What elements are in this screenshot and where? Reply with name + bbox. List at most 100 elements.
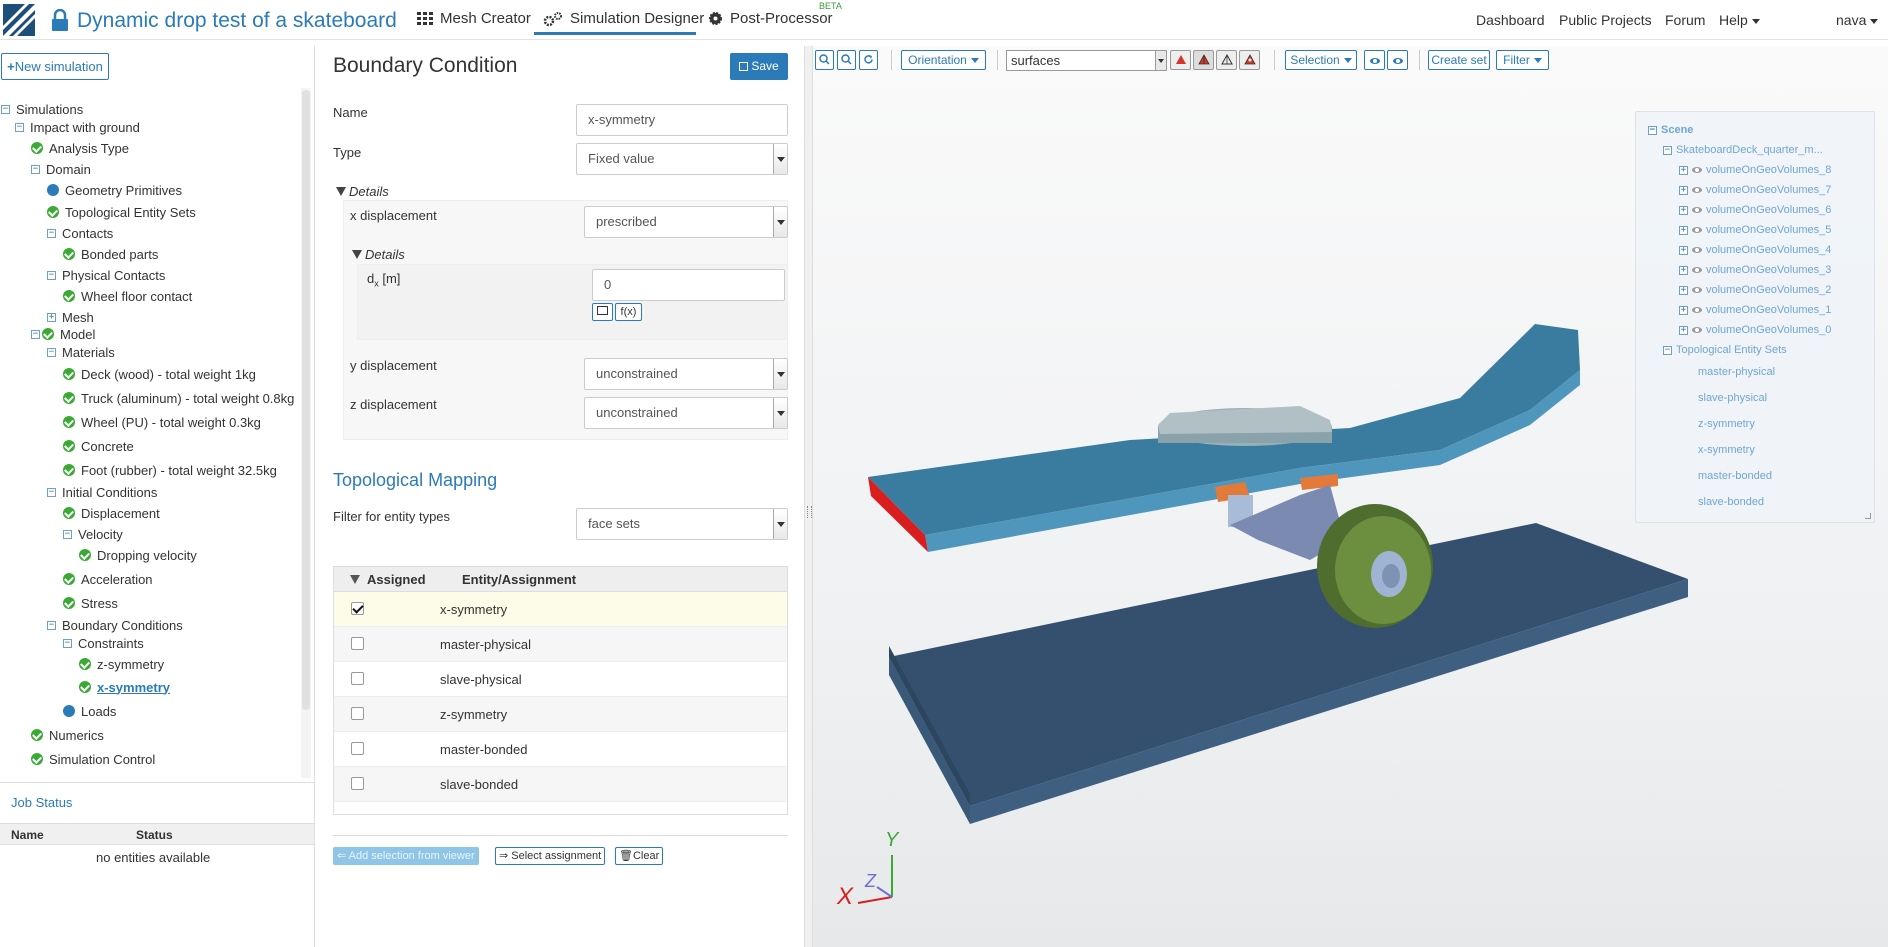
- tree-node-mesh[interactable]: + Mesh: [47, 308, 94, 326]
- table-row[interactable]: x-symmetry: [334, 592, 787, 627]
- scene-topo-set[interactable]: slave-bonded: [1698, 496, 1764, 508]
- z-displacement-select[interactable]: unconstrained: [584, 397, 788, 429]
- type-select[interactable]: Fixed value: [576, 143, 788, 175]
- tree-node-loads[interactable]: Loads: [63, 702, 116, 720]
- table-row[interactable]: slave-physical: [334, 662, 787, 697]
- scene-topo-sets[interactable]: − Topological Entity Sets: [1663, 344, 1787, 356]
- assigned-checkbox[interactable]: [351, 742, 364, 755]
- new-simulation-button[interactable]: +New simulation: [1, 53, 109, 80]
- scene-topo-set[interactable]: z-symmetry: [1698, 418, 1755, 430]
- tree-node-dropping-velocity[interactable]: Dropping velocity: [79, 546, 197, 564]
- scene-volume[interactable]: + volumeOnGeoVolumes_7: [1679, 184, 1831, 196]
- scene-volume[interactable]: + volumeOnGeoVolumes_0: [1679, 324, 1831, 336]
- tree-node-material-foot[interactable]: Foot (rubber) - total weight 32.5kg: [63, 461, 277, 479]
- wireframe-button[interactable]: [1216, 50, 1237, 70]
- eye-icon[interactable]: [1692, 267, 1702, 273]
- nav-help[interactable]: Help: [1719, 12, 1760, 28]
- select-assignment-button[interactable]: ⇒ Select assignment: [495, 847, 606, 865]
- scene-volume[interactable]: + volumeOnGeoVolumes_4: [1679, 244, 1831, 256]
- tree-node-model[interactable]: − Model: [31, 325, 95, 343]
- expand-icon[interactable]: +: [1679, 205, 1688, 215]
- scene-volume[interactable]: + volumeOnGeoVolumes_6: [1679, 204, 1831, 216]
- collapse-icon[interactable]: −: [1663, 145, 1672, 155]
- collapse-icon[interactable]: −: [47, 270, 56, 280]
- zoom-out-button[interactable]: [837, 50, 856, 70]
- scene-volume[interactable]: + volumeOnGeoVolumes_5: [1679, 224, 1831, 236]
- user-menu[interactable]: nava: [1836, 12, 1879, 28]
- table-input-button[interactable]: [592, 303, 613, 321]
- scene-topo-set[interactable]: master-bonded: [1698, 470, 1772, 482]
- scene-topo-set[interactable]: master-physical: [1698, 366, 1775, 378]
- expand-icon[interactable]: +: [1679, 305, 1688, 315]
- eye-icon[interactable]: [1692, 167, 1702, 173]
- collapse-icon[interactable]: −: [31, 329, 40, 339]
- simscale-logo[interactable]: [3, 4, 35, 36]
- assigned-checkbox[interactable]: [351, 602, 364, 615]
- tree-node-material-wheel[interactable]: Wheel (PU) - total weight 0.3kg: [63, 413, 261, 431]
- tree-node-materials[interactable]: − Materials: [47, 343, 115, 361]
- collapse-icon[interactable]: −: [1, 104, 10, 114]
- collapse-icon[interactable]: −: [47, 228, 56, 238]
- eye-icon[interactable]: [1692, 307, 1702, 313]
- filter-entity-types-select[interactable]: face sets: [576, 508, 788, 540]
- eye-icon[interactable]: [1692, 327, 1702, 333]
- zoom-in-button[interactable]: [815, 50, 834, 70]
- tree-node-contacts[interactable]: − Contacts: [47, 224, 113, 242]
- job-status-title[interactable]: Job Status: [11, 795, 72, 810]
- tree-node-simulation-control[interactable]: Simulation Control: [31, 750, 155, 768]
- tree-node-boundary-conditions[interactable]: − Boundary Conditions: [47, 616, 183, 634]
- assigned-checkbox[interactable]: [351, 777, 364, 790]
- y-displacement-select[interactable]: unconstrained: [584, 358, 788, 390]
- scene-volume[interactable]: + volumeOnGeoVolumes_1: [1679, 304, 1831, 316]
- tree-scrollbar[interactable]: [302, 90, 310, 710]
- tree-node-material-deck[interactable]: Deck (wood) - total weight 1kg: [63, 365, 256, 383]
- tree-node-x-symmetry[interactable]: x-symmetry: [79, 678, 170, 696]
- expand-icon[interactable]: +: [1679, 225, 1688, 235]
- table-row[interactable]: master-bonded: [334, 732, 787, 767]
- tree-node-stress[interactable]: Stress: [63, 594, 118, 612]
- scene-volume[interactable]: + volumeOnGeoVolumes_8: [1679, 164, 1831, 176]
- nav-post-processor[interactable]: Post-Processor: [708, 10, 833, 27]
- details-toggle[interactable]: Details: [336, 184, 389, 199]
- nav-forum[interactable]: Forum: [1665, 12, 1705, 28]
- collapse-icon[interactable]: −: [47, 620, 56, 630]
- collapse-icon[interactable]: −: [47, 347, 56, 357]
- tree-node-numerics[interactable]: Numerics: [31, 726, 104, 744]
- assigned-checkbox[interactable]: [351, 637, 364, 650]
- collapse-icon[interactable]: −: [47, 487, 56, 497]
- orientation-dropdown[interactable]: Orientation: [901, 50, 986, 70]
- scene-volume[interactable]: + volumeOnGeoVolumes_2: [1679, 284, 1831, 296]
- tree-node-initial-conditions[interactable]: − Initial Conditions: [47, 483, 157, 501]
- reset-view-button[interactable]: [859, 50, 878, 70]
- tree-node-bonded-parts[interactable]: Bonded parts: [63, 245, 158, 263]
- tree-node-domain[interactable]: − Domain: [31, 160, 91, 178]
- x-displacement-select[interactable]: prescribed: [584, 206, 788, 238]
- triangle-down-icon[interactable]: [350, 575, 360, 584]
- collapse-icon[interactable]: −: [1663, 345, 1672, 355]
- tree-node-constraints[interactable]: − Constraints: [63, 634, 144, 652]
- tree-node-material-truck[interactable]: Truck (aluminum) - total weight 0.8kg: [63, 389, 294, 407]
- scene-topo-set[interactable]: x-symmetry: [1698, 444, 1755, 456]
- table-row[interactable]: z-symmetry: [334, 697, 787, 732]
- tree-node-geometry-primitives[interactable]: Geometry Primitives: [47, 181, 182, 199]
- panel-resize-handle[interactable]: [804, 46, 813, 947]
- collapse-icon[interactable]: −: [1648, 125, 1657, 135]
- collapse-icon[interactable]: −: [15, 122, 24, 132]
- resize-grip-icon[interactable]: [1865, 513, 1871, 519]
- points-button[interactable]: [1239, 50, 1260, 70]
- tree-node-analysis-type[interactable]: Analysis Type: [31, 139, 129, 157]
- eye-icon[interactable]: [1692, 207, 1702, 213]
- nav-dashboard[interactable]: Dashboard: [1476, 12, 1545, 28]
- hide-selection-button[interactable]: [1364, 50, 1385, 70]
- filter-dropdown[interactable]: Filter: [1496, 50, 1549, 70]
- render-mode-select[interactable]: surfaces: [1006, 50, 1167, 71]
- selection-dropdown[interactable]: Selection: [1285, 50, 1357, 70]
- tree-node-impact[interactable]: − Impact with ground: [15, 118, 140, 136]
- expand-icon[interactable]: +: [1679, 265, 1688, 275]
- scene-volume[interactable]: + volumeOnGeoVolumes_3: [1679, 264, 1831, 276]
- nav-simulation-designer[interactable]: Simulation Designer: [543, 10, 704, 27]
- assigned-checkbox[interactable]: [351, 672, 364, 685]
- tree-node-displacement[interactable]: Displacement: [63, 504, 160, 522]
- expand-icon[interactable]: +: [1679, 185, 1688, 195]
- expand-icon[interactable]: +: [1679, 245, 1688, 255]
